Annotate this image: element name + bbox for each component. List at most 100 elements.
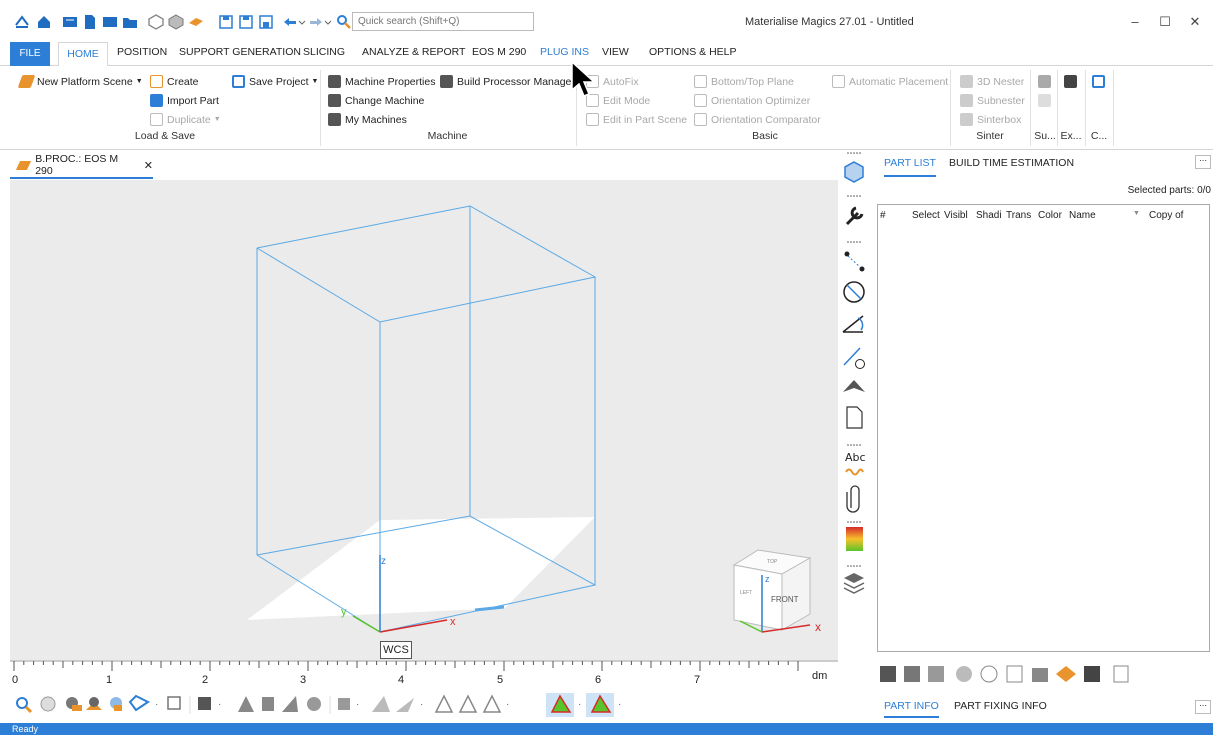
create-button[interactable]: Create <box>150 75 199 88</box>
config-small-button[interactable] <box>1092 75 1109 88</box>
panel-options-button[interactable]: ⋯ <box>1195 700 1211 714</box>
export-small-button[interactable] <box>1064 75 1081 88</box>
zoom-icon[interactable] <box>16 697 33 714</box>
minimize-button[interactable]: – <box>1120 11 1150 33</box>
support-small-button-2[interactable] <box>1038 94 1055 107</box>
cube-solid-icon[interactable] <box>168 14 184 30</box>
column-header[interactable]: Trans <box>1006 210 1038 221</box>
subnester-button[interactable]: Subnester <box>960 94 1025 107</box>
save-project-button[interactable]: Save Project ▼ <box>232 75 318 88</box>
redo-dropdown-icon[interactable] <box>324 14 332 30</box>
new-file-icon[interactable] <box>82 14 98 30</box>
3d-viewport[interactable]: x y z FRONT LEFT TOP z x <box>10 180 838 660</box>
view-sphere-icon[interactable] <box>307 697 321 711</box>
column-header[interactable]: Color <box>1038 210 1069 221</box>
undo-dropdown-icon[interactable] <box>298 14 306 30</box>
column-header[interactable]: Name <box>1069 210 1133 221</box>
column-header[interactable]: # <box>880 210 912 221</box>
view-front-icon[interactable] <box>238 696 254 712</box>
dropdown-dot[interactable]: · <box>218 699 221 710</box>
part-list-icon[interactable] <box>1113 665 1129 683</box>
platform-icon[interactable] <box>1056 666 1076 682</box>
view-back-icon[interactable] <box>262 697 274 711</box>
tab-position[interactable]: POSITION <box>117 46 167 58</box>
tab-home[interactable]: HOME <box>58 42 108 67</box>
view-top-icon[interactable] <box>396 698 414 712</box>
tab-eos-m290[interactable]: EOS M 290 <box>472 46 526 58</box>
dropdown-dot[interactable]: · <box>506 699 509 710</box>
redo-icon[interactable] <box>308 14 324 30</box>
measure-diameter-icon[interactable] <box>843 281 865 303</box>
save-icon[interactable] <box>218 14 234 30</box>
tab-plug-ins[interactable]: PLUG INS <box>540 46 589 58</box>
view-box-icon[interactable] <box>167 696 181 710</box>
dropdown-dot[interactable]: · <box>618 699 621 710</box>
dropdown-dot[interactable]: · <box>420 699 423 710</box>
part-tool-icon[interactable] <box>880 666 896 682</box>
column-header[interactable]: Copy of <box>1149 210 1199 221</box>
measure-distance-icon[interactable] <box>844 251 865 272</box>
build-processor-manager-button[interactable]: Build Processor Manager <box>440 75 575 88</box>
tab-part-info[interactable]: PART INFO <box>884 700 939 718</box>
tab-build-time-estimation[interactable]: BUILD TIME ESTIMATION <box>949 157 1074 169</box>
column-header[interactable]: Select <box>912 210 944 221</box>
change-machine-button[interactable]: Change Machine <box>328 94 424 107</box>
save-as-icon[interactable] <box>238 14 254 30</box>
part-tool-icon[interactable] <box>1032 668 1048 682</box>
open-file-icon[interactable] <box>102 14 118 30</box>
view-rotate-icon[interactable] <box>128 694 150 712</box>
view-cube-left-label[interactable]: LEFT <box>740 590 752 596</box>
orientation-optimizer-button[interactable]: Orientation Optimizer <box>694 94 810 107</box>
bottom-top-plane-button[interactable]: Bottom/Top Plane <box>694 75 794 88</box>
view-right-icon[interactable] <box>372 696 390 712</box>
tab-analyze-report[interactable]: ANALYZE & REPORT <box>362 46 465 58</box>
part-tool-icon[interactable] <box>928 666 944 682</box>
folder-icon[interactable] <box>122 14 138 30</box>
view-axis-icon[interactable] <box>434 694 454 713</box>
new-platform-scene-button[interactable]: New Platform Scene ▼ <box>17 75 143 88</box>
shaded-view-icon[interactable] <box>198 697 211 710</box>
wrench-icon[interactable] <box>845 206 864 226</box>
column-header[interactable]: Shadi <box>976 210 1006 221</box>
orientation-comparator-button[interactable]: Orientation Comparator <box>694 113 821 126</box>
undo-icon[interactable] <box>282 14 298 30</box>
sort-icon[interactable]: ▼ <box>1133 210 1149 221</box>
cube-outline-icon[interactable] <box>148 14 164 30</box>
column-header[interactable]: Visibl <box>944 210 976 221</box>
hide-parts-icon[interactable] <box>843 380 865 392</box>
zoom-part-icon[interactable] <box>66 697 82 711</box>
wcs-label[interactable]: WCS <box>380 641 412 659</box>
tab-options-help[interactable]: OPTIONS & HELP <box>649 46 737 58</box>
zoom-select-icon[interactable] <box>40 696 56 712</box>
maximize-button[interactable]: ☐ <box>1150 11 1180 33</box>
part-tool-icon[interactable] <box>1084 666 1100 682</box>
tab-part-list[interactable]: PART LIST <box>884 157 936 177</box>
zoom-region-icon[interactable] <box>110 697 122 711</box>
view-cube-front-label[interactable]: FRONT <box>771 595 799 604</box>
edit-in-part-scene-button[interactable]: Edit in Part Scene <box>586 113 687 126</box>
measure-angle-icon[interactable] <box>842 315 864 333</box>
close-button[interactable]: ✕ <box>1180 11 1210 33</box>
part-cube-icon[interactable] <box>844 161 864 183</box>
dropdown-dot[interactable]: · <box>356 699 359 710</box>
measure-info-icon[interactable] <box>843 347 865 369</box>
my-machines-button[interactable]: My Machines <box>328 113 407 126</box>
tab-view[interactable]: VIEW <box>602 46 629 58</box>
document-icon[interactable] <box>846 406 863 429</box>
import-part-button[interactable]: Import Part <box>150 94 219 107</box>
view-cube-top-label[interactable]: TOP <box>767 559 777 565</box>
platform-icon[interactable] <box>188 14 204 30</box>
quick-search-input[interactable] <box>352 12 534 31</box>
part-tool-icon[interactable] <box>1006 665 1023 683</box>
part-tool-icon[interactable] <box>956 666 972 682</box>
document-tab[interactable]: B.PROC.: EOS M 290 ✕ <box>10 153 153 179</box>
sinterbox-button[interactable]: Sinterbox <box>960 113 1021 126</box>
zoom-platform-icon[interactable] <box>86 697 102 710</box>
color-scale-icon[interactable] <box>846 527 863 551</box>
text-annotation-icon[interactable]: Abc <box>845 451 866 476</box>
duplicate-button[interactable]: Duplicate ▼ <box>150 113 221 126</box>
dropdown-dot[interactable]: · <box>578 699 581 710</box>
part-tool-icon[interactable] <box>904 666 920 682</box>
part-tool-icon[interactable] <box>980 665 998 683</box>
import-part-icon[interactable] <box>62 14 78 30</box>
